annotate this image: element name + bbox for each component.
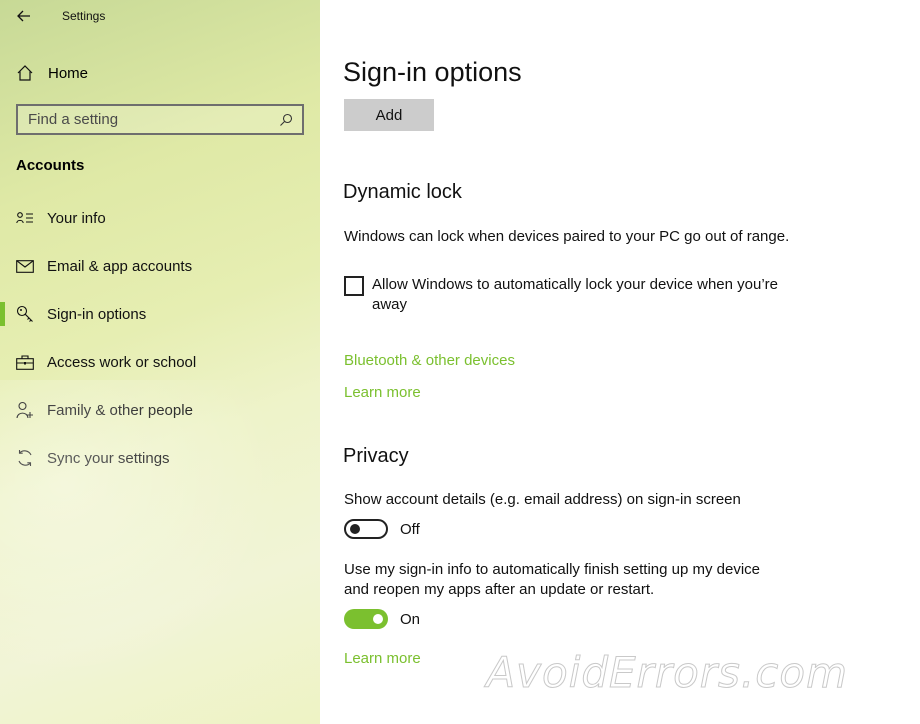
bluetooth-devices-link[interactable]: Bluetooth & other devices <box>344 352 515 369</box>
sidebar-item-access-work-or-school[interactable]: Access work or school <box>0 338 320 386</box>
back-button[interactable] <box>12 6 36 26</box>
toggle-state-label: Off <box>400 520 420 538</box>
search-box[interactable] <box>16 104 304 135</box>
home-icon <box>14 62 36 84</box>
contact-card-icon <box>15 208 35 228</box>
person-add-icon <box>15 400 35 420</box>
sign-in-info-toggle[interactable] <box>344 609 388 629</box>
main-content: Sign-in options Add Dynamic lock Windows… <box>320 0 920 724</box>
sign-in-info-toggle-row[interactable]: On <box>344 609 420 629</box>
sidebar-item-email-app-accounts[interactable]: Email & app accounts <box>0 242 320 290</box>
dynamic-lock-checkbox[interactable] <box>344 276 364 296</box>
sidebar-item-your-info[interactable]: Your info <box>0 194 320 242</box>
sync-icon <box>15 448 35 468</box>
title-bar: Settings <box>0 0 320 32</box>
dynamic-lock-checkbox-row[interactable]: Allow Windows to automatically lock your… <box>344 275 794 315</box>
sidebar-item-label: Sign-in options <box>47 305 147 323</box>
sidebar-item-label: Family & other people <box>47 401 193 419</box>
sidebar-nav: Your info Email & app accounts Sign-in o… <box>0 194 320 482</box>
sidebar-item-label: Your info <box>47 209 106 227</box>
search-input[interactable] <box>18 111 274 128</box>
sidebar-item-label: Sync your settings <box>47 449 170 467</box>
dynamic-lock-description: Windows can lock when devices paired to … <box>344 228 790 245</box>
page-title: Sign-in options <box>343 57 522 87</box>
account-details-toggle-row[interactable]: Off <box>344 519 420 539</box>
home-nav[interactable]: Home <box>14 60 88 86</box>
sidebar-item-label: Access work or school <box>47 353 197 371</box>
back-arrow-icon <box>17 10 30 22</box>
toggle-state-label: On <box>400 610 421 628</box>
privacy-learn-more-link[interactable]: Learn more <box>344 650 421 667</box>
account-details-toggle[interactable] <box>344 519 388 539</box>
dynamic-lock-learn-more-link[interactable]: Learn more <box>344 384 421 401</box>
home-label: Home <box>48 64 89 82</box>
search-icon[interactable] <box>274 113 298 127</box>
toggle-knob <box>373 614 383 624</box>
sidebar-item-sync-your-settings[interactable]: Sync your settings <box>0 434 320 482</box>
key-icon <box>15 304 35 324</box>
toggle-knob <box>350 524 360 534</box>
mail-icon <box>15 256 35 276</box>
app-title: Settings <box>62 9 106 23</box>
sidebar-item-sign-in-options[interactable]: Sign-in options <box>0 290 320 338</box>
section-title-accounts: Accounts <box>16 157 85 174</box>
privacy-setting1-label: Show account details (e.g. email address… <box>344 491 741 508</box>
dynamic-lock-checkbox-label: Allow Windows to automatically lock your… <box>372 276 779 313</box>
privacy-heading: Privacy <box>343 445 409 467</box>
briefcase-icon <box>15 352 35 372</box>
sidebar-item-family-other-people[interactable]: Family & other people <box>0 386 320 434</box>
add-button[interactable]: Add <box>344 99 434 131</box>
privacy-setting2-label: Use my sign-in info to automatically fin… <box>344 561 761 598</box>
sidebar: Settings Home Accounts <box>0 0 320 724</box>
sidebar-item-label: Email & app accounts <box>47 257 193 275</box>
watermark-text: AvoidErrors.com <box>486 648 848 698</box>
dynamic-lock-heading: Dynamic lock <box>343 181 462 203</box>
